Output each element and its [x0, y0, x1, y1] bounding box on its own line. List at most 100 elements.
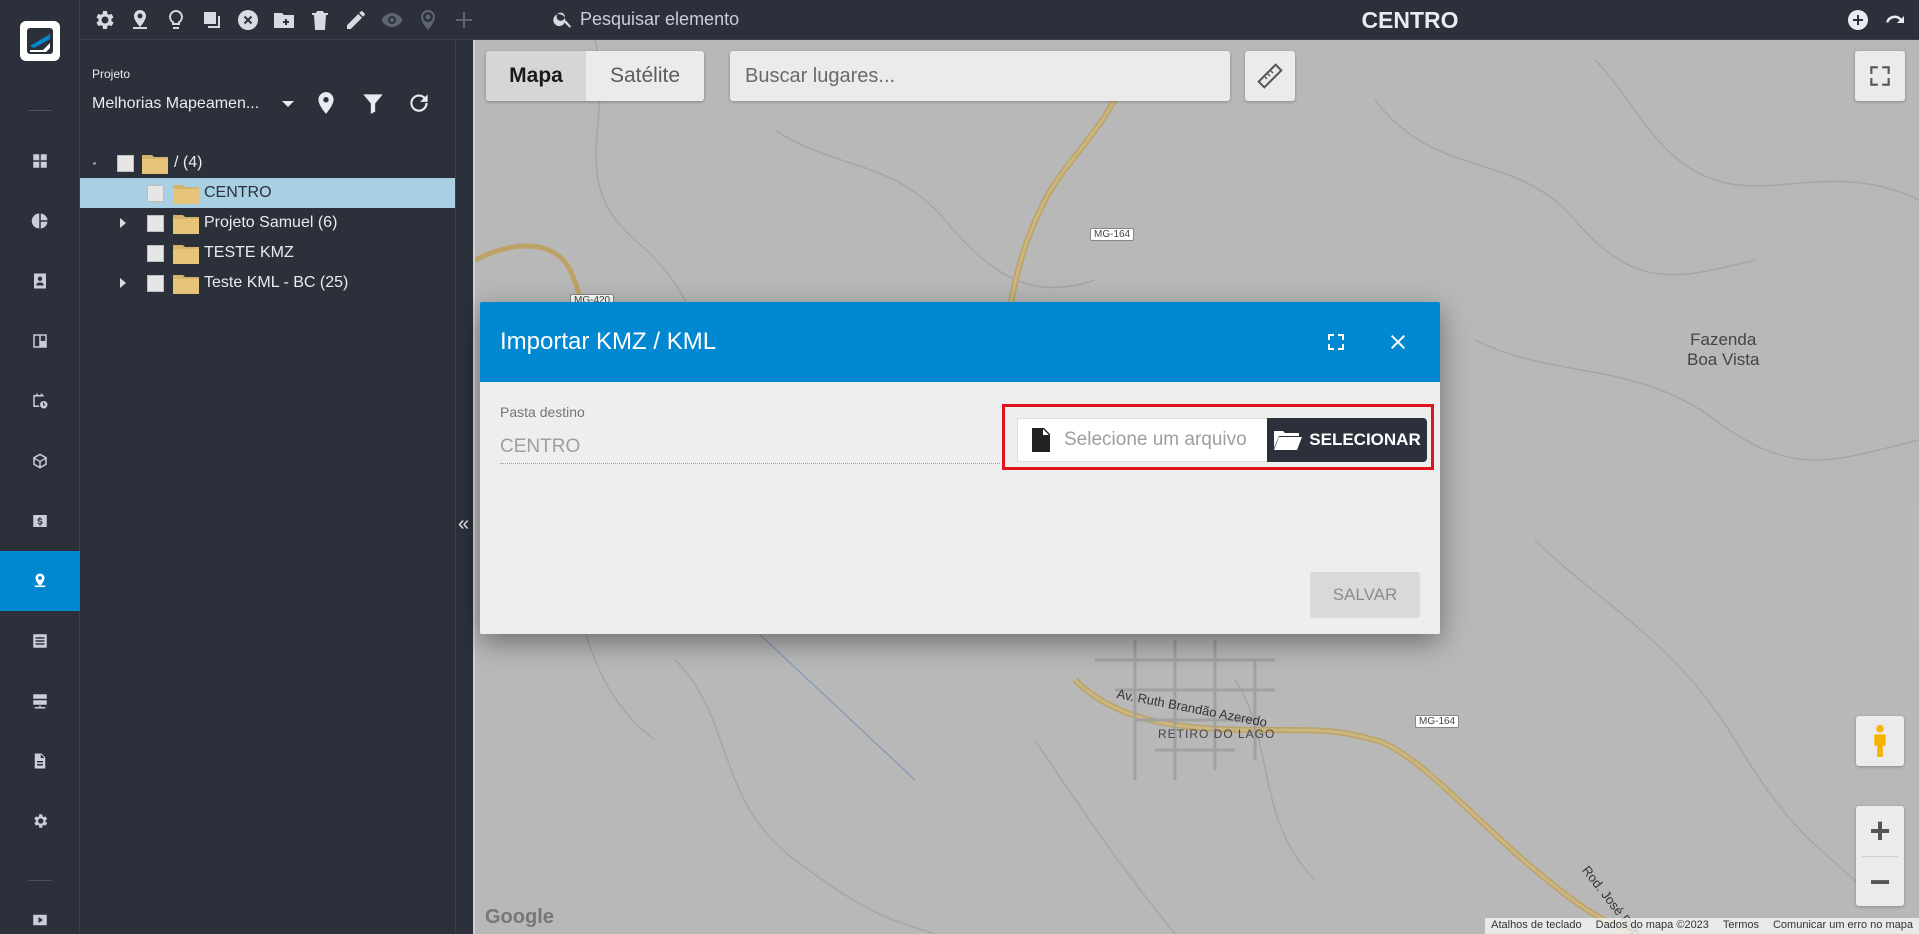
zoom-out-button[interactable]: −: [1856, 857, 1904, 907]
sidebar-item-finance[interactable]: [0, 491, 80, 551]
close-circle-icon: [238, 10, 258, 30]
folder-icon: [173, 274, 199, 294]
sidebar-item-servers[interactable]: [0, 671, 80, 731]
panel-splitter[interactable]: «: [455, 40, 476, 934]
idea-tool[interactable]: [162, 6, 190, 34]
report-error-link[interactable]: Comunicar um erro no mapa: [1773, 919, 1913, 933]
street-view-pegman[interactable]: [1856, 716, 1904, 766]
delete-tool[interactable]: [306, 6, 334, 34]
collapse-panel-icon[interactable]: «: [458, 514, 469, 534]
sidebar-item-video[interactable]: [0, 906, 80, 934]
tree-toggle[interactable]: [120, 278, 130, 288]
places-search-input[interactable]: Buscar lugares...: [730, 51, 1230, 101]
keyboard-shortcuts-link[interactable]: Atalhos de teclado: [1491, 919, 1582, 933]
map-place-line-1: Fazenda: [1690, 330, 1757, 349]
map-attribution: Atalhos de teclado Dados do mapa ©2023 T…: [1485, 918, 1919, 934]
ruler-icon: [1257, 63, 1283, 89]
road-shield: MG-164: [1415, 715, 1460, 728]
file-input[interactable]: Selecione um arquivo: [1017, 418, 1267, 462]
sidebar-item-calendar[interactable]: [0, 371, 80, 431]
tree-node[interactable]: Teste KML - BC (25): [80, 268, 455, 298]
measure-button[interactable]: [1245, 51, 1295, 101]
project-select-value: Melhorias Mapeamen...: [92, 95, 260, 112]
filter-button[interactable]: [360, 90, 388, 118]
remove-tool[interactable]: [234, 6, 262, 34]
tree-root[interactable]: / (4): [80, 148, 455, 178]
file-input-placeholder: Selecione um arquivo: [1064, 429, 1247, 450]
tree-checkbox[interactable]: [147, 214, 164, 232]
gear-icon: [34, 814, 48, 828]
sidebar-item-packages[interactable]: [0, 431, 80, 491]
folder-icon: [173, 184, 199, 204]
tree-node-label: Teste KML - BC (25): [204, 274, 349, 291]
server-icon: [33, 694, 47, 709]
fullscreen-icon: [1328, 334, 1344, 350]
select-file-button[interactable]: SELECIONAR: [1267, 418, 1427, 462]
element-search-placeholder[interactable]: Pesquisar elemento: [580, 9, 739, 30]
filter-icon: [363, 94, 383, 114]
add-tool[interactable]: [450, 6, 478, 34]
redo-button[interactable]: [1883, 8, 1907, 32]
sidebar-item-contacts[interactable]: [0, 251, 80, 311]
tree-checkbox[interactable]: [117, 154, 134, 172]
tree-checkbox[interactable]: [147, 244, 164, 262]
sidebar-item-list[interactable]: [0, 611, 80, 671]
destination-folder-label: Pasta destino: [500, 404, 585, 420]
dialog-title: Importar KMZ / KML: [500, 328, 717, 355]
gear-icon: [96, 11, 114, 29]
edit-tool[interactable]: [342, 6, 370, 34]
folder-open-icon: [1274, 431, 1303, 450]
refresh-button[interactable]: [406, 90, 434, 118]
terms-link[interactable]: Termos: [1723, 919, 1759, 933]
map-type-map[interactable]: Mapa: [486, 51, 586, 101]
sidebar-item-board[interactable]: [0, 311, 80, 371]
zoom-in-button[interactable]: +: [1856, 806, 1904, 856]
project-panel: Projeto Melhorias Mapeamen... / (4) CENT…: [80, 40, 455, 934]
tree-node[interactable]: CENTRO: [80, 178, 455, 208]
document-icon: [34, 753, 46, 769]
caret-down-icon: [282, 101, 294, 107]
tree-checkbox[interactable]: [147, 184, 164, 202]
project-location-button[interactable]: [313, 90, 341, 118]
add-circle-button[interactable]: [1846, 8, 1870, 32]
project-select[interactable]: Melhorias Mapeamen...: [92, 90, 302, 118]
dialog-close-button[interactable]: [1384, 328, 1412, 356]
page-title: CENTRO: [1361, 7, 1459, 33]
map-type-control: Mapa Satélite: [486, 51, 704, 101]
sidebar-item-dashboard[interactable]: [0, 131, 80, 191]
app-logo[interactable]: [20, 21, 60, 61]
pie-chart-icon: [31, 213, 48, 229]
settings-tool[interactable]: [90, 6, 118, 34]
contact-card-icon: [34, 273, 46, 289]
folder-icon: [173, 214, 199, 234]
sidebar-item-map[interactable]: [0, 551, 80, 611]
add-marker-tool[interactable]: [126, 6, 154, 34]
import-kmz-dialog: Importar KMZ / KML Pasta destino CENTRO …: [480, 302, 1440, 634]
add-folder-tool[interactable]: [270, 6, 298, 34]
tree-checkbox[interactable]: [147, 274, 164, 292]
pencil-icon: [347, 11, 365, 29]
locate-tool[interactable]: [414, 6, 442, 34]
map-pin-icon: [34, 573, 46, 587]
select-file-label: SELECIONAR: [1309, 430, 1421, 449]
copy-tool[interactable]: [198, 6, 226, 34]
dialog-maximize-button[interactable]: [1322, 328, 1350, 356]
sidebar-item-settings[interactable]: [0, 791, 80, 851]
element-search[interactable]: Pesquisar elemento: [552, 8, 739, 30]
search-icon: [553, 12, 572, 28]
cube-icon: [33, 453, 47, 469]
tree-node-label: TESTE KMZ: [204, 244, 294, 261]
map-type-satellite[interactable]: Satélite: [586, 51, 704, 101]
save-button[interactable]: SALVAR: [1310, 572, 1420, 618]
rail-divider: [28, 110, 52, 111]
google-logo[interactable]: Google: [485, 906, 554, 929]
plus-circle-icon: [1848, 10, 1868, 30]
visibility-tool[interactable]: [378, 6, 406, 34]
folder-icon: [173, 244, 199, 264]
sidebar-item-charts[interactable]: [0, 191, 80, 251]
tree-node[interactable]: Projeto Samuel (6): [80, 208, 455, 238]
sidebar-item-documents[interactable]: [0, 731, 80, 791]
tree-node[interactable]: TESTE KMZ: [80, 238, 455, 268]
tree-toggle[interactable]: [120, 218, 130, 228]
map-fullscreen-button[interactable]: [1855, 51, 1905, 101]
